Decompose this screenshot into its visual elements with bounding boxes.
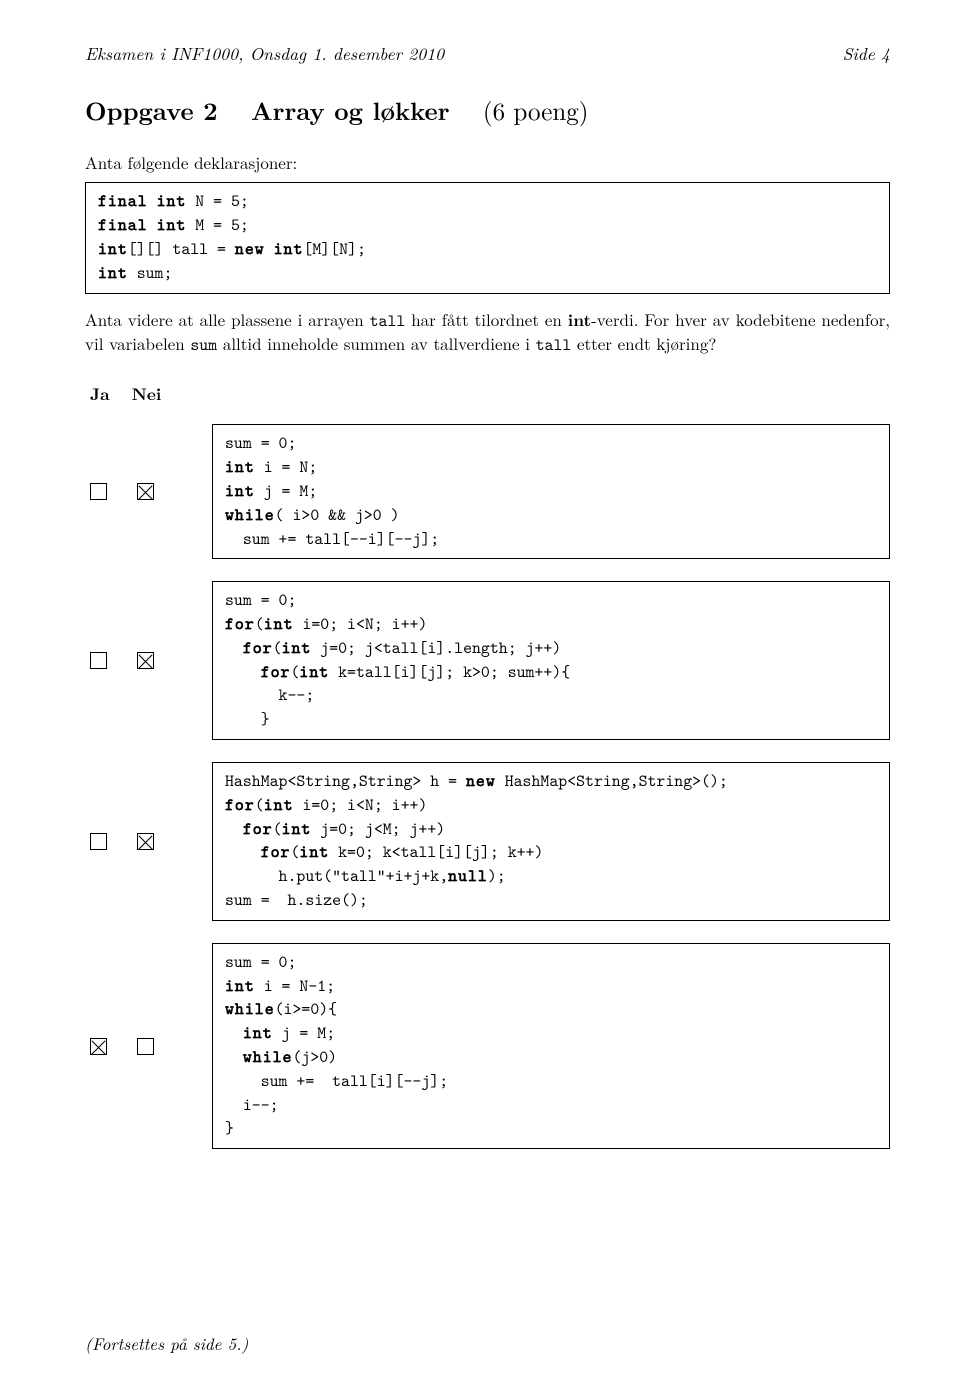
header-left: Eksamen i INF1000, Onsdag 1. desember 20… bbox=[85, 42, 444, 66]
code-snippet: sum = 0; int i = N-1; while(i>=0){ int j… bbox=[212, 943, 890, 1149]
header-right: Side 4 bbox=[843, 42, 890, 66]
checkbox-ja[interactable] bbox=[90, 483, 107, 500]
checkbox-ja[interactable] bbox=[90, 652, 107, 669]
declaration-code: final int N = 5; final int M = 5; int[][… bbox=[85, 182, 890, 293]
question-row: sum = 0; for(int i=0; i<N; i++) for(int … bbox=[85, 581, 890, 740]
question-row: HashMap<String,String> h = new HashMap<S… bbox=[85, 762, 890, 921]
checkbox-ja[interactable] bbox=[90, 833, 107, 850]
checkbox-nei[interactable] bbox=[137, 1038, 154, 1055]
task-title: Oppgave 2 Array og løkker (6 poeng) bbox=[85, 94, 890, 128]
checkbox-ja[interactable] bbox=[90, 1038, 107, 1055]
question-paragraph: Anta videre at alle plassene i arrayen t… bbox=[85, 308, 890, 358]
intro-text: Anta følgende deklarasjoner: bbox=[85, 151, 890, 174]
footer-continuation: (Fortsettes på side 5.) bbox=[85, 1332, 248, 1355]
code-snippet: sum = 0; for(int i=0; i<N; i++) for(int … bbox=[212, 581, 890, 740]
task-label: Oppgave 2 bbox=[85, 93, 218, 128]
task-name: Array og løkker bbox=[251, 93, 450, 128]
question-row: sum = 0; int i = N; int j = M; while( i>… bbox=[85, 424, 890, 559]
checkbox-nei[interactable] bbox=[137, 652, 154, 669]
task-points: (6 poeng) bbox=[483, 93, 589, 128]
question-row: sum = 0; int i = N-1; while(i>=0){ int j… bbox=[85, 943, 890, 1149]
col-ja: Ja bbox=[90, 383, 110, 406]
column-headers: Ja Nei bbox=[85, 381, 890, 406]
checkbox-nei[interactable] bbox=[137, 483, 154, 500]
col-nei: Nei bbox=[132, 383, 162, 406]
code-snippet: HashMap<String,String> h = new HashMap<S… bbox=[212, 762, 890, 921]
code-snippet: sum = 0; int i = N; int j = M; while( i>… bbox=[212, 424, 890, 559]
checkbox-nei[interactable] bbox=[137, 833, 154, 850]
